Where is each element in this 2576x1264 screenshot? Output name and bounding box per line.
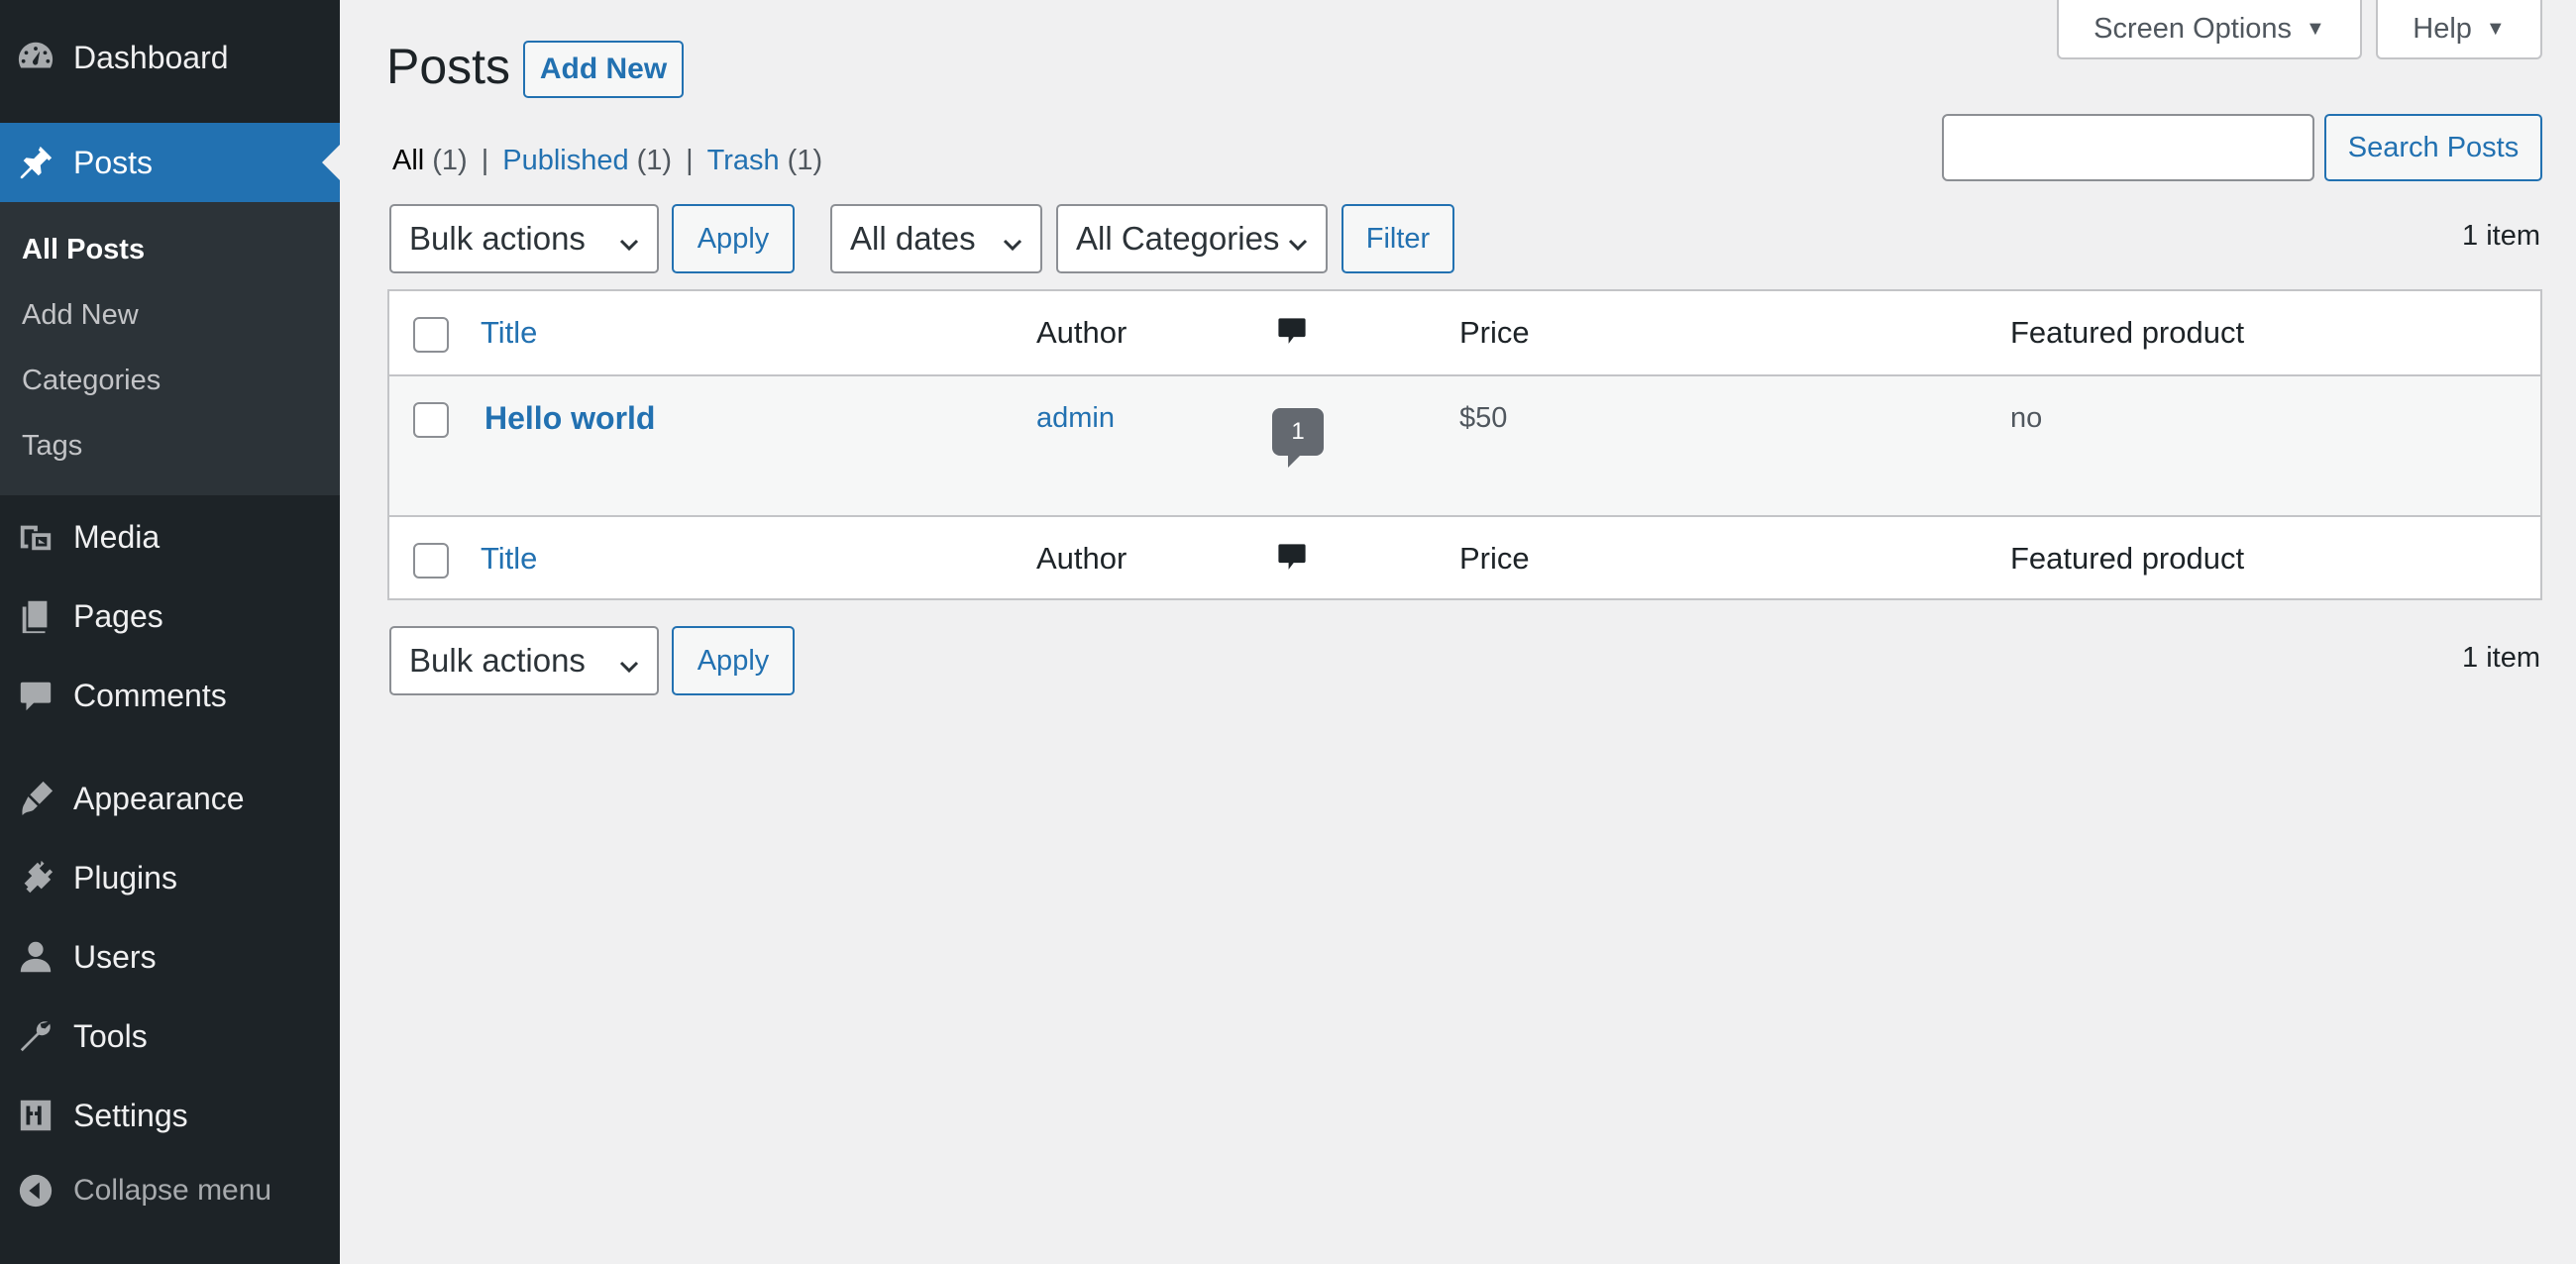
collapse-menu-button[interactable]: Collapse menu [0,1151,340,1230]
search-posts-button[interactable]: Search Posts [2324,114,2542,181]
menu-label: Dashboard [73,39,229,75]
menu-item-media[interactable]: Media [0,497,340,577]
bulk-actions-select-top[interactable]: Bulk actions [389,204,659,273]
collapse-arrow-icon [16,1171,55,1211]
menu-item-comments[interactable]: Comments [0,656,340,735]
menu-label: Media [73,518,161,555]
menu-item-users[interactable]: Users [0,917,340,997]
chevron-down-icon [1001,227,1024,252]
dashboard-icon [16,38,55,77]
menu-item-tools[interactable]: Tools [0,997,340,1076]
user-icon [16,937,55,977]
column-author-footer: Author [1036,541,1127,576]
pin-icon [16,143,55,182]
category-filter-select[interactable]: All Categories [1056,204,1328,273]
menu-label: Tools [73,1017,148,1054]
column-author: Author [1036,315,1127,350]
menu-item-appearance[interactable]: Appearance [0,759,340,838]
column-title-sort-footer[interactable]: Title [481,541,537,577]
select-all-checkbox[interactable] [413,317,449,353]
menu-label: Plugins [73,859,177,895]
menu-item-posts[interactable]: Posts [0,123,340,202]
submenu-tags[interactable]: Tags [22,430,82,463]
view-trash-count: (1) [787,145,823,176]
menu-label: Posts [73,144,154,180]
plug-icon [16,858,55,897]
search-posts-input[interactable] [1942,114,2314,181]
post-title-link[interactable]: Hello world [484,400,655,437]
bulk-actions-select-bottom[interactable]: Bulk actions [389,626,659,695]
help-button[interactable]: Help ▼ [2376,0,2542,59]
chevron-down-icon [1286,227,1310,252]
view-all[interactable]: All [392,145,424,177]
menu-item-settings[interactable]: Settings [0,1076,340,1155]
select-all-checkbox-footer[interactable] [413,543,449,579]
settings-icon [16,1096,55,1135]
view-published[interactable]: Published [502,145,628,177]
chevron-down-icon [617,649,641,674]
view-trash[interactable]: Trash [707,145,780,177]
view-separator: | [686,145,694,176]
column-price-footer: Price [1459,541,1530,576]
bulk-actions-value: Bulk actions [409,220,586,257]
posts-table: Title Author Price Featured product Hell… [387,289,2542,600]
post-featured: no [2010,402,2043,434]
item-count-top: 1 item [2462,220,2540,252]
table-footer-row: Title Author Price Featured product [389,517,2540,600]
menu-label: Pages [73,597,163,634]
menu-label: Appearance [73,780,245,816]
menu-item-dashboard[interactable]: Dashboard [0,18,340,97]
posts-submenu: All Posts Add New Categories Tags [0,202,340,495]
comment-count-bubble[interactable]: 1 [1272,408,1324,468]
view-all-count: (1) [432,145,468,176]
menu-label: Comments [73,677,227,713]
column-title-sort[interactable]: Title [481,315,537,351]
menu-label: Users [73,938,157,975]
menu-item-plugins[interactable]: Plugins [0,838,340,917]
submenu-categories[interactable]: Categories [22,365,161,397]
apply-button-bottom[interactable]: Apply [672,626,795,695]
submenu-all-posts[interactable]: All Posts [22,234,145,266]
table-header-row: Title Author Price Featured product [389,291,2540,376]
date-filter-select[interactable]: All dates [830,204,1042,273]
category-filter-value: All Categories [1076,220,1280,257]
comment-icon [1275,541,1309,575]
table-row: Hello world admin 1 $50 no [389,376,2540,517]
view-published-count: (1) [636,145,673,176]
screen-options-button[interactable]: Screen Options ▼ [2057,0,2362,59]
brush-icon [16,779,55,818]
view-separator: | [481,145,489,176]
row-checkbox[interactable] [413,402,449,438]
filter-button[interactable]: Filter [1342,204,1454,273]
apply-button-top[interactable]: Apply [672,204,795,273]
chevron-down-icon [617,227,641,252]
page-title: Posts [386,39,511,94]
collapse-label: Collapse menu [73,1174,272,1207]
post-price: $50 [1459,402,1508,434]
column-featured-product-footer: Featured product [2010,541,2245,576]
column-price: Price [1459,315,1530,350]
pages-icon [16,596,55,636]
screen-options-label: Screen Options [2093,12,2293,45]
date-filter-value: All dates [850,220,976,257]
comment-icon [1275,315,1309,349]
item-count-bottom: 1 item [2462,642,2540,674]
submenu-add-new[interactable]: Add New [22,299,139,332]
menu-item-pages[interactable]: Pages [0,577,340,656]
post-status-views: All (1) | Published (1) | Trash (1) [392,145,822,177]
triangle-down-icon: ▼ [2306,17,2325,40]
wrench-icon [16,1016,55,1056]
bulk-actions-value: Bulk actions [409,642,586,679]
help-label: Help [2413,12,2472,45]
add-new-post-button[interactable]: Add New [523,41,684,98]
triangle-down-icon: ▼ [2485,17,2506,40]
column-featured-product: Featured product [2010,315,2245,350]
media-icon [16,517,55,557]
comment-icon [16,676,55,715]
post-author-link[interactable]: admin [1036,402,1115,435]
admin-sidebar: Dashboard Posts All Posts Add New Catego… [0,0,340,1264]
menu-label: Settings [73,1097,188,1133]
